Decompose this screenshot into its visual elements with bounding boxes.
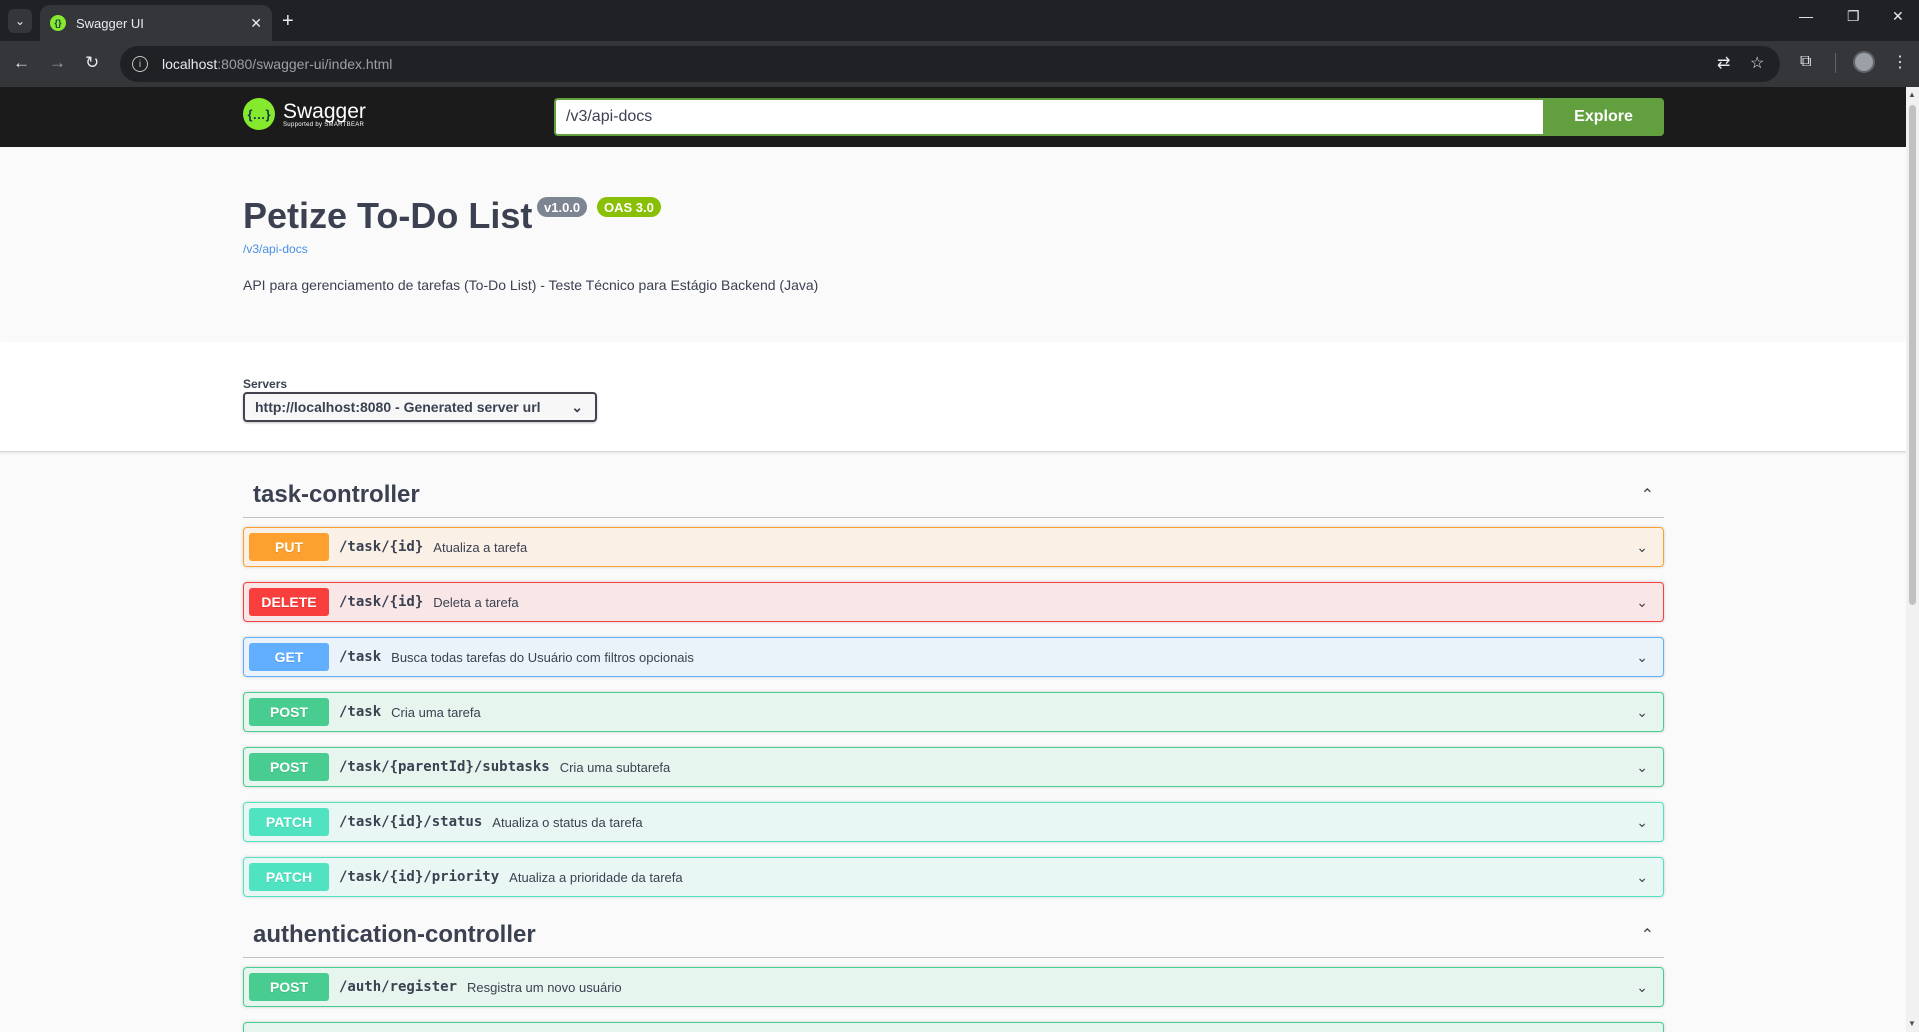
tab-search-button[interactable]: ⌄ xyxy=(8,9,32,33)
servers-section: Servers http://localhost:8080 - Generate… xyxy=(0,342,1906,452)
operation-path: /task/{id} xyxy=(339,594,424,610)
chevron-down-icon[interactable]: ⌄ xyxy=(1636,814,1648,831)
operation-path: /task xyxy=(339,704,382,720)
method-badge: POST xyxy=(249,753,329,781)
chevron-down-icon[interactable]: ⌄ xyxy=(1636,539,1648,556)
toolbar-divider xyxy=(1835,53,1836,73)
chevron-down-icon[interactable]: ⌄ xyxy=(1636,979,1648,996)
oas-badge: OAS 3.0 xyxy=(597,197,661,217)
servers-label: Servers xyxy=(243,377,288,391)
operation-post-auth-register[interactable]: POST /auth/register Resgistra um novo us… xyxy=(243,967,1664,1007)
operation-path: /task/{id}/status xyxy=(339,814,483,830)
browser-toolbar: ← → ↻ i localhost:8080/swagger-ui/index.… xyxy=(0,41,1919,87)
scrollbar-thumb[interactable] xyxy=(1909,105,1916,605)
chevron-down-icon[interactable]: ⌄ xyxy=(1636,759,1648,776)
page-title: Petize To-Do List xyxy=(243,195,533,236)
servers-selected-value: http://localhost:8080 - Generated server… xyxy=(255,399,541,415)
operation-path: /task/{parentId}/subtasks xyxy=(339,759,550,775)
method-badge: POST xyxy=(249,973,329,1001)
chevron-down-icon[interactable]: ⌄ xyxy=(1636,704,1648,721)
operation-patch-priority[interactable]: PATCH /task/{id}/priority Atualiza a pri… xyxy=(243,857,1664,897)
method-badge: POST xyxy=(249,698,329,726)
tab-title: Swagger UI xyxy=(76,15,144,31)
swagger-logo-icon: {…} xyxy=(243,98,275,130)
api-description: API para gerenciamento de tarefas (To-Do… xyxy=(243,277,819,293)
operation-summary: Cria uma subtarefa xyxy=(559,759,671,775)
new-tab-button[interactable]: + xyxy=(282,10,294,33)
close-tab-icon[interactable]: ✕ xyxy=(250,15,262,32)
operation-summary: Cria uma tarefa xyxy=(391,704,481,720)
profile-avatar[interactable] xyxy=(1853,51,1875,73)
api-info: Petize To-Do List v1.0.0 OAS 3.0 /v3/api… xyxy=(0,147,1906,342)
operation-patch-status[interactable]: PATCH /task/{id}/status Atualiza o statu… xyxy=(243,802,1664,842)
operation-post-task[interactable]: POST /task Cria uma tarefa ⌄ xyxy=(243,692,1664,732)
back-icon[interactable]: ← xyxy=(13,53,30,73)
operation-next-partial[interactable] xyxy=(243,1022,1664,1032)
translate-icon[interactable]: ⇄ xyxy=(1717,53,1730,73)
operation-summary: Atualiza o status da tarefa xyxy=(492,814,643,830)
tag-name: task-controller xyxy=(253,480,420,508)
chevron-up-icon[interactable]: ⌃ xyxy=(1641,485,1654,505)
operation-summary: Atualiza a prioridade da tarefa xyxy=(509,869,683,885)
swagger-topbar: {…} Swagger Supported by SMARTBEAR Explo… xyxy=(0,87,1906,147)
chevron-down-icon[interactable]: ⌄ xyxy=(1636,594,1648,611)
operation-path: /task xyxy=(339,649,382,665)
method-badge: PATCH xyxy=(249,808,329,836)
servers-select[interactable]: http://localhost:8080 - Generated server… xyxy=(243,392,597,422)
browser-tab[interactable]: {} Swagger UI ✕ xyxy=(40,5,272,41)
close-window-icon[interactable]: ✕ xyxy=(1892,8,1904,25)
chevron-up-icon[interactable]: ⌃ xyxy=(1641,925,1654,945)
swagger-favicon-icon: {} xyxy=(50,15,66,31)
page-scrollbar[interactable]: ▲ ▼ xyxy=(1906,87,1919,1032)
explore-button[interactable]: Explore xyxy=(1543,98,1664,136)
operation-get-task[interactable]: GET /task Busca todas tarefas do Usuário… xyxy=(243,637,1664,677)
method-badge: GET xyxy=(249,643,329,671)
chevron-down-icon[interactable]: ⌄ xyxy=(1636,649,1648,666)
operation-path: /auth/register xyxy=(339,979,458,995)
operation-summary: Atualiza a tarefa xyxy=(433,539,528,555)
tag-header-task-controller[interactable]: task-controller ⌃ xyxy=(243,472,1664,518)
extensions-icon[interactable]: ⧉ xyxy=(1800,53,1811,71)
chevron-down-icon: ⌄ xyxy=(571,398,583,415)
logo-name: Swagger xyxy=(283,99,366,123)
site-info-icon[interactable]: i xyxy=(132,56,148,72)
operation-summary: Deleta a tarefa xyxy=(433,594,519,610)
tag-header-authentication-controller[interactable]: authentication-controller ⌃ xyxy=(243,912,1664,958)
spec-url-input[interactable] xyxy=(554,98,1543,136)
menu-kebab-icon[interactable]: ⋮ xyxy=(1892,52,1908,72)
reload-icon[interactable]: ↻ xyxy=(85,53,99,73)
operation-summary: Resgistra um novo usuário xyxy=(467,979,622,995)
operation-delete-task-id[interactable]: DELETE /task/{id} Deleta a tarefa ⌄ xyxy=(243,582,1664,622)
method-badge: PATCH xyxy=(249,863,329,891)
operation-post-subtasks[interactable]: POST /task/{parentId}/subtasks Cria uma … xyxy=(243,747,1664,787)
operation-summary: Busca todas tarefas do Usuário com filtr… xyxy=(391,649,694,665)
operation-put-task-id[interactable]: PUT /task/{id} Atualiza a tarefa ⌄ xyxy=(243,527,1664,567)
browser-tab-bar: ⌄ {} Swagger UI ✕ + — ❐ ✕ xyxy=(0,0,1919,41)
method-badge: DELETE xyxy=(249,588,329,616)
operation-path: /task/{id} xyxy=(339,539,424,555)
bookmark-star-icon[interactable]: ☆ xyxy=(1750,53,1764,73)
logo-subtitle: Supported by SMARTBEAR xyxy=(283,121,365,128)
forward-icon[interactable]: → xyxy=(49,53,66,73)
swagger-logo[interactable]: {…} Swagger Supported by SMARTBEAR xyxy=(243,98,366,130)
tag-name: authentication-controller xyxy=(253,920,536,948)
method-badge: PUT xyxy=(249,533,329,561)
minimize-icon[interactable]: — xyxy=(1799,8,1813,24)
address-bar[interactable]: i localhost:8080/swagger-ui/index.html xyxy=(120,46,1780,82)
chevron-down-icon[interactable]: ⌄ xyxy=(1636,869,1648,886)
api-docs-link[interactable]: /v3/api-docs xyxy=(243,242,308,256)
url-text: localhost:8080/swagger-ui/index.html xyxy=(162,56,393,72)
scroll-down-arrow-icon[interactable]: ▼ xyxy=(1908,1019,1916,1028)
restore-icon[interactable]: ❐ xyxy=(1847,8,1860,25)
operation-path: /task/{id}/priority xyxy=(339,869,500,885)
scroll-up-arrow-icon[interactable]: ▲ xyxy=(1908,90,1916,99)
version-badge: v1.0.0 xyxy=(537,197,588,217)
